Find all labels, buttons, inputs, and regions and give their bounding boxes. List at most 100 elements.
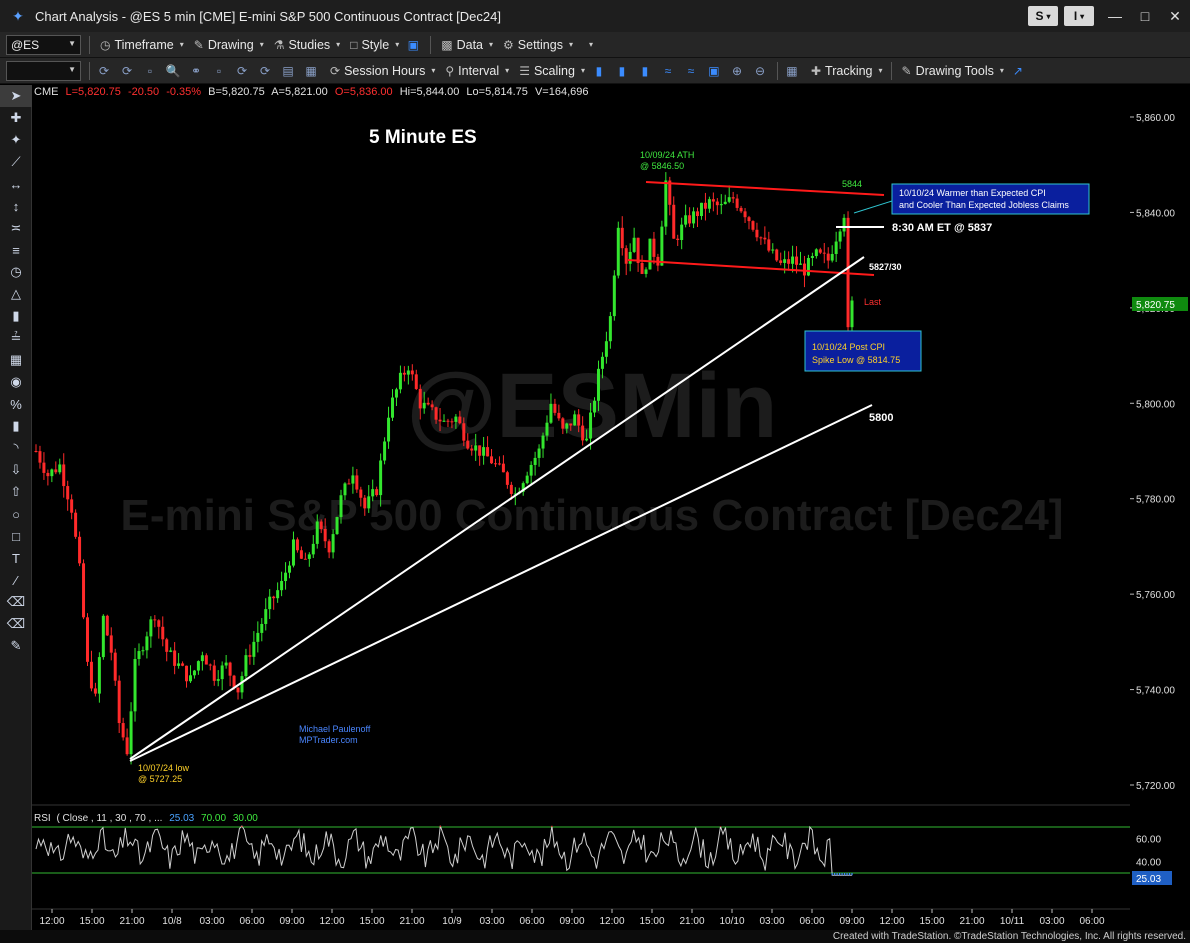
refresh3-icon[interactable]: ⟳	[256, 62, 274, 80]
candle-body	[192, 670, 196, 676]
arrow-up-icon[interactable]: ⇧	[0, 481, 32, 503]
export-icon[interactable]: ↗	[1009, 62, 1027, 80]
tracking-menu[interactable]: ✚ Tracking ▾	[811, 64, 883, 78]
candle-body	[291, 539, 295, 566]
erase-all-icon[interactable]: ⌫	[0, 613, 32, 635]
interval-menu[interactable]: ⚲ Interval ▾	[445, 64, 509, 78]
pointer-icon[interactable]: ➤	[0, 85, 32, 107]
candle-body	[497, 463, 501, 465]
flask-icon: ⚗	[273, 37, 285, 52]
candle-body	[557, 412, 561, 419]
layout-icon[interactable]: ▣	[404, 36, 422, 54]
candles3-icon[interactable]: ▮	[636, 62, 654, 80]
candle-body	[371, 489, 375, 497]
studies-menu[interactable]: ⚗ Studies ▾	[274, 38, 340, 52]
candle-body	[252, 641, 256, 657]
hide-drawings-icon[interactable]: ∕	[0, 569, 32, 591]
arc-icon[interactable]: ◝	[0, 437, 32, 459]
svg-text:CME L=5,820.75 -20: CME L=5,820.75 -20.50 -0.35% B=5,820.75 …	[34, 86, 589, 98]
timeframe-menu[interactable]: ◷ Timeframe ▾	[100, 38, 184, 52]
ellipse-icon[interactable]: ○	[0, 503, 32, 525]
cycle-icon[interactable]: ◷	[0, 261, 32, 283]
s-button[interactable]: S ▾	[1028, 6, 1058, 26]
candle-body	[165, 639, 169, 652]
candle-body	[569, 423, 573, 426]
zoom-data-icon[interactable]: 🔍	[164, 62, 182, 80]
bars-icon[interactable]: ▤	[279, 62, 297, 80]
zoom-out-icon[interactable]: ⊖	[751, 62, 769, 80]
chart-heading: 5 Minute ES	[369, 127, 477, 148]
vertical-line-icon[interactable]: ↕	[0, 195, 32, 217]
crosshair-tool-icon[interactable]: ✚	[0, 107, 32, 129]
settings-menu[interactable]: ⚙ Settings ▾	[503, 38, 573, 52]
fib-icon[interactable]: ≡	[0, 239, 32, 261]
rsi-oversold: 30.00	[233, 813, 258, 824]
time-label: 21:00	[679, 916, 704, 927]
candle-body	[117, 680, 121, 724]
trendline-lower-red[interactable]	[627, 259, 875, 276]
style-menu[interactable]: □ Style ▾	[350, 38, 399, 52]
zoom-in-icon[interactable]: ⊕	[728, 62, 746, 80]
window-icon[interactable]: ▫	[141, 62, 159, 80]
close-icon[interactable]: ✕	[1160, 0, 1190, 32]
magic-wand-icon[interactable]: ✦	[0, 129, 32, 151]
more-menu[interactable]: ▾	[583, 40, 593, 49]
trendline-icon[interactable]: ⟋	[0, 151, 32, 173]
svg-text:RSI ( Close , 11 , 30 ,: RSI ( Close , 11 , 30 , 70 , ... 25.03 7…	[34, 813, 258, 824]
panel-icon[interactable]: ▣	[705, 62, 723, 80]
bars-tool-icon[interactable]: ▮	[0, 305, 32, 327]
refresh-all-icon[interactable]: ⟳	[118, 62, 136, 80]
levels-icon[interactable]: ▮	[0, 415, 32, 437]
rectangle-icon[interactable]: □	[0, 525, 32, 547]
refresh2-icon[interactable]: ⟳	[233, 62, 251, 80]
wave2-icon[interactable]: ≈	[682, 62, 700, 80]
candles2-icon[interactable]: ▮	[613, 62, 631, 80]
data-menu[interactable]: ▩ Data ▾	[441, 38, 493, 52]
drawing-menu[interactable]: ✎ Drawing ▾	[194, 38, 264, 52]
grid-tool-icon[interactable]: ▦	[0, 349, 32, 371]
link-icon[interactable]: ⚭	[187, 62, 205, 80]
drawing-tools-menu[interactable]: ✎ Drawing Tools ▾	[902, 64, 1004, 78]
candle-body	[652, 238, 656, 257]
scaling-menu[interactable]: ☰ Scaling ▾	[519, 64, 585, 78]
chart-area[interactable]: @ESMin E-mini S&P 500 Continuous Contrac…	[32, 85, 1130, 930]
price-labels: 5,860.005,840.005,820.005,800.005,780.00…	[1130, 113, 1175, 792]
time-label: 03:00	[479, 916, 504, 927]
symbol-input[interactable]: @ES ▼	[6, 34, 81, 55]
price-axis[interactable]: 5,860.005,840.005,820.005,800.005,780.00…	[1130, 85, 1190, 930]
session-hours-menu[interactable]: ⟳ Session Hours ▾	[330, 64, 435, 78]
candle-body	[696, 211, 700, 217]
price-chart[interactable]: @ESMin E-mini S&P 500 Continuous Contrac…	[32, 85, 1130, 930]
candle-body	[181, 663, 185, 666]
i-button[interactable]: I ▾	[1064, 6, 1094, 26]
refresh-icon[interactable]: ⟳	[95, 62, 113, 80]
target-icon[interactable]: ◉	[0, 371, 32, 393]
triangle-icon[interactable]: △	[0, 283, 32, 305]
text-icon[interactable]: T	[0, 547, 32, 569]
minimize-icon[interactable]: —	[1100, 0, 1130, 32]
rsi-value: 25.03	[169, 813, 194, 824]
chart-icon[interactable]: ▦	[302, 62, 320, 80]
maximize-icon[interactable]: □	[1130, 0, 1160, 32]
speed-lines-icon[interactable]: ≟	[0, 327, 32, 349]
arrow-down-icon[interactable]: ⇩	[0, 459, 32, 481]
low-label: 10/07/24 low	[138, 763, 190, 773]
time-label: 15:00	[919, 916, 944, 927]
horizontal-line-icon[interactable]: ↔	[0, 173, 32, 195]
quote-exchange: CME	[34, 86, 58, 98]
candle-body	[85, 617, 89, 662]
window2-icon[interactable]: ▫	[210, 62, 228, 80]
candles-icon[interactable]: ▮	[590, 62, 608, 80]
wave-icon[interactable]: ≈	[659, 62, 677, 80]
percent-icon[interactable]: %	[0, 393, 32, 415]
candle-body	[307, 554, 311, 559]
pen-icon[interactable]: ✎	[0, 635, 32, 657]
grid-icon[interactable]: ▦	[783, 62, 801, 80]
eraser-icon[interactable]: ⌫	[0, 591, 32, 613]
workspace-select[interactable]: ▼	[6, 60, 81, 81]
candle-body	[478, 445, 482, 456]
time-label: 15:00	[359, 916, 384, 927]
trendline-white-2[interactable]	[129, 404, 873, 762]
candle-body	[620, 227, 624, 249]
channel-icon[interactable]: ≍	[0, 217, 32, 239]
